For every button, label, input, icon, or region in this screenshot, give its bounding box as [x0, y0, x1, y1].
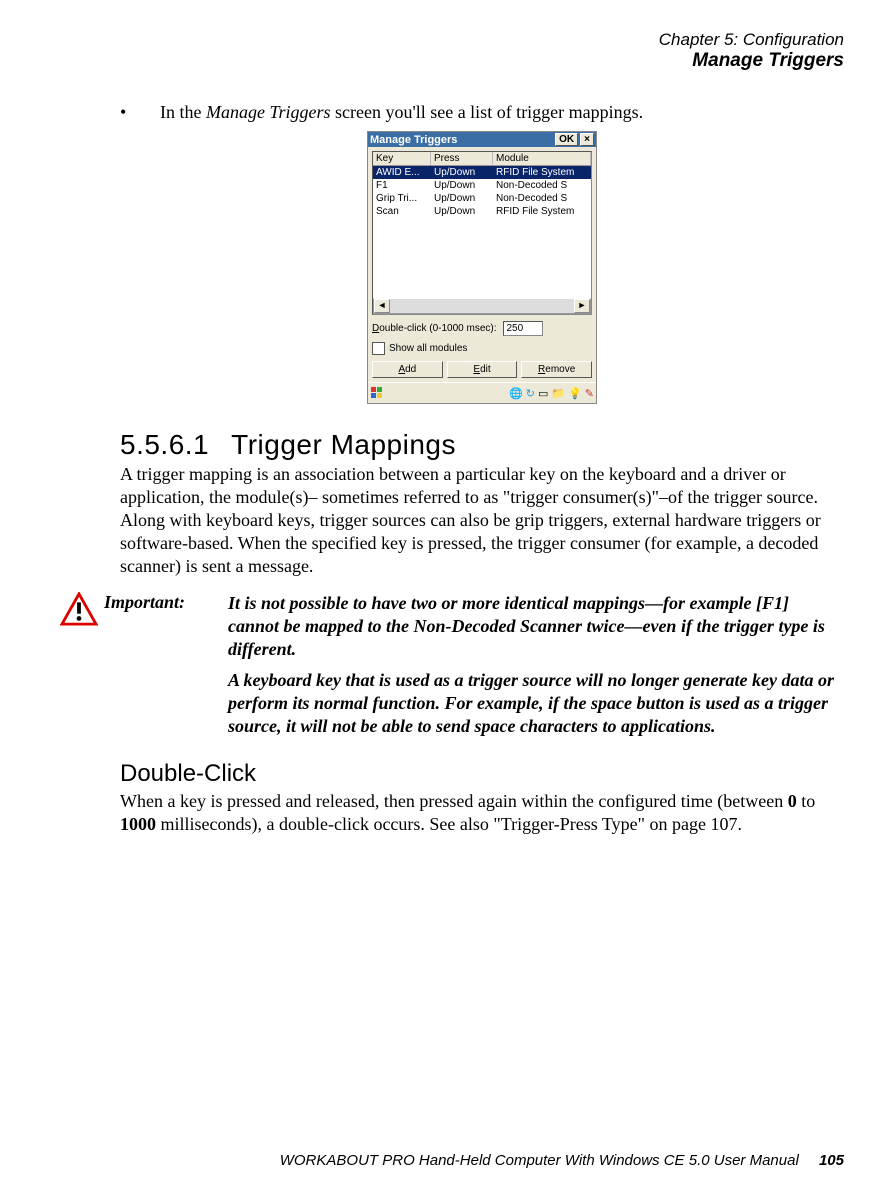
tray-sync-icon[interactable]: ↻ — [526, 387, 535, 400]
bullet-text: In the Manage Triggers screen you'll see… — [160, 102, 643, 123]
titlebar: Manage Triggers OK × — [368, 132, 596, 147]
warning-icon — [60, 592, 104, 746]
close-button[interactable]: × — [580, 133, 594, 146]
list-row[interactable]: Scan Up/Down RFID File System — [373, 205, 591, 218]
system-tray: 🌐 ↻ ▭ 📁 💡 ✎ — [509, 387, 594, 400]
chapter-label: Chapter 5: Configuration — [40, 30, 844, 50]
list-row[interactable]: Grip Tri... Up/Down Non-Decoded S — [373, 192, 591, 205]
tray-network-icon[interactable]: 🌐 — [509, 387, 523, 400]
section-title: Trigger Mappings — [231, 429, 456, 460]
taskbar: 🌐 ↻ ▭ 📁 💡 ✎ — [368, 382, 596, 403]
window-title: Manage Triggers — [370, 134, 553, 146]
paragraph-main: A trigger mapping is an association betw… — [120, 463, 844, 578]
cell-module: RFID File System — [493, 205, 591, 218]
showall-checkbox[interactable] — [372, 342, 385, 355]
ok-button[interactable]: OK — [555, 133, 578, 146]
cell-key: Scan — [373, 205, 431, 218]
tray-folder-icon[interactable]: 📁 — [551, 387, 565, 400]
running-header: Chapter 5: Configuration Manage Triggers — [40, 30, 844, 72]
section-label: Manage Triggers — [40, 50, 844, 72]
cell-press: Up/Down — [431, 192, 493, 205]
bullet-marker: • — [120, 102, 160, 123]
scroll-right-icon[interactable]: ► — [574, 299, 590, 313]
list-header: Key Press Module — [373, 152, 591, 166]
manage-triggers-window: Manage Triggers OK × Key Press Module AW… — [367, 131, 597, 404]
cell-key: Grip Tri... — [373, 192, 431, 205]
page-footer: WORKABOUT PRO Hand-Held Computer With Wi… — [280, 1152, 844, 1169]
cell-press: Up/Down — [431, 166, 493, 179]
cell-module: Non-Decoded S — [493, 192, 591, 205]
showall-accel: S — [389, 343, 396, 354]
cell-press: Up/Down — [431, 179, 493, 192]
col-module[interactable]: Module — [493, 152, 591, 165]
subsection-heading: Double-Click — [120, 760, 844, 788]
doubleclick-field: Double-click (0-1000 msec): — [372, 321, 592, 336]
h-scrollbar[interactable]: ◄ ► — [373, 298, 591, 314]
cell-key: F1 — [373, 179, 431, 192]
showall-label: how all modules — [396, 343, 468, 354]
cell-module: Non-Decoded S — [493, 179, 591, 192]
list-empty-area — [373, 218, 591, 298]
bullet-prefix: In the — [160, 102, 206, 122]
important-label: Important: — [104, 592, 228, 746]
bullet-suffix: screen you'll see a list of trigger mapp… — [331, 102, 644, 122]
tray-pen-icon[interactable]: ✎ — [585, 387, 594, 400]
dblclick-label: ouble-click (0-1000 msec): — [379, 323, 496, 334]
cell-press: Up/Down — [431, 205, 493, 218]
paragraph-doubleclick: When a key is pressed and released, then… — [120, 790, 844, 836]
scroll-left-icon[interactable]: ◄ — [374, 299, 390, 313]
bullet-item: • In the Manage Triggers screen you'll s… — [120, 102, 844, 123]
edit-button[interactable]: Edit — [447, 361, 518, 378]
tray-card-icon[interactable]: ▭ — [538, 387, 548, 400]
list-row[interactable]: F1 Up/Down Non-Decoded S — [373, 179, 591, 192]
start-icon[interactable] — [370, 386, 384, 400]
important-p2: A keyboard key that is used as a trigger… — [228, 669, 844, 738]
section-number: 5.5.6.1 — [120, 429, 209, 460]
trigger-listview[interactable]: Key Press Module AWID E... Up/Down RFID … — [372, 151, 592, 315]
doubleclick-input[interactable] — [503, 321, 543, 336]
showall-row[interactable]: Show all modules — [372, 342, 592, 355]
important-p1: It is not possible to have two or more i… — [228, 592, 844, 661]
add-button[interactable]: Add — [372, 361, 443, 378]
bullet-emph: Manage Triggers — [206, 102, 331, 122]
col-press[interactable]: Press — [431, 152, 493, 165]
cell-module: RFID File System — [493, 166, 591, 179]
footer-text: WORKABOUT PRO Hand-Held Computer With Wi… — [280, 1152, 799, 1169]
section-heading: 5.5.6.1 Trigger Mappings — [120, 429, 844, 461]
page-number: 105 — [819, 1152, 844, 1169]
tray-device-icon[interactable]: 💡 — [568, 387, 582, 400]
cell-key: AWID E... — [373, 166, 431, 179]
list-row[interactable]: AWID E... Up/Down RFID File System — [373, 166, 591, 179]
remove-button[interactable]: Remove — [521, 361, 592, 378]
col-key[interactable]: Key — [373, 152, 431, 165]
